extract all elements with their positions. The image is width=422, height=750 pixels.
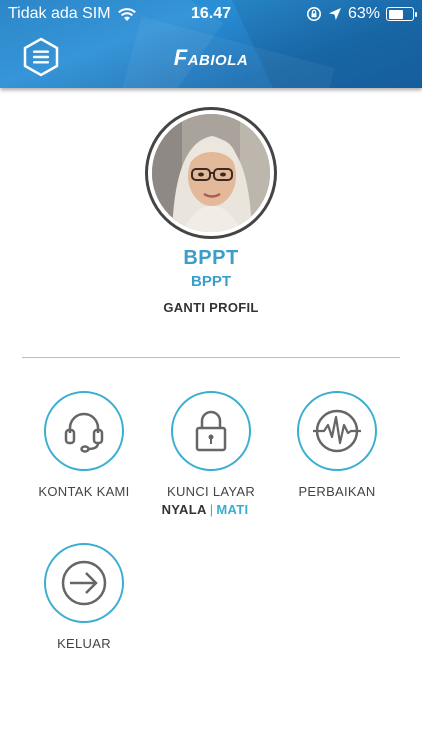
screen-lock-circle [171,391,251,471]
screen-lock-button[interactable]: KUNCI LAYAR [146,391,276,499]
contact-us-circle [44,391,124,471]
status-bar: Tidak ada SIM 16.47 63% [0,0,422,28]
contact-us-label: KONTAK KAMI [38,484,130,499]
location-arrow-icon [328,8,341,20]
screen-lock-label: KUNCI LAYAR [166,484,256,499]
avatar [152,114,270,232]
app-logo: FABIOLA [173,45,249,70]
battery-icon [386,7,417,21]
rotation-lock-icon [306,7,321,21]
app-header: Tidak ada SIM 16.47 63% FABIOLA [0,0,422,88]
toggle-off-option[interactable]: MATI [216,502,248,517]
padlock-icon [195,410,227,452]
profile-avatar-frame[interactable] [145,107,277,239]
change-profile-button[interactable]: GANTI PROFIL [0,300,422,315]
profile-organization: BPPT [190,273,231,290]
repair-circle [297,391,377,471]
headset-icon [64,412,104,453]
section-divider [22,357,400,358]
battery-percent: 63% [347,5,380,22]
toggle-separator: | [209,502,214,517]
contact-us-button[interactable]: KONTAK KAMI [19,391,149,499]
toggle-on-option[interactable]: NYALA [162,502,207,517]
logout-button[interactable]: KELUAR [19,543,149,651]
profile-name: BPPT [183,247,239,269]
battery-fill [388,9,403,19]
logout-label: KELUAR [57,636,111,651]
repair-label: PERBAIKAN [298,484,376,499]
repair-button[interactable]: PERBAIKAN [272,391,402,499]
pulse-diagnostics-icon [313,409,361,453]
logout-arrow-icon [61,560,107,606]
logout-circle [44,543,124,623]
screen-lock-toggle: NYALA | MATI [140,502,270,517]
